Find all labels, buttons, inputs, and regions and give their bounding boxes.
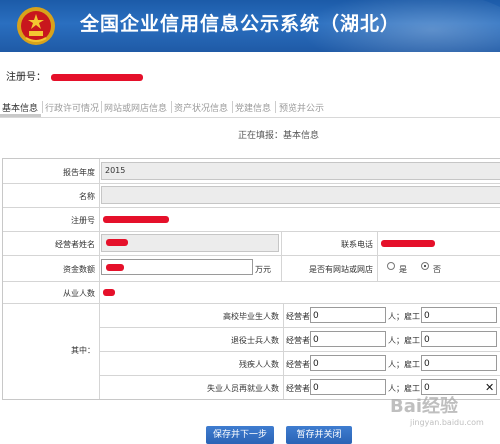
column-divider <box>377 255 378 281</box>
column-divider <box>281 231 282 255</box>
active-tab-indicator <box>0 114 41 117</box>
redacted-phone <box>381 240 435 247</box>
column-divider <box>283 351 284 375</box>
veterans-operator-input[interactable]: 0 <box>310 331 386 347</box>
tab-divider <box>232 101 233 113</box>
website-no-radio[interactable] <box>421 262 429 270</box>
row-registration-number: 注册号 <box>3 207 500 232</box>
registration-number-label: 注册号 <box>71 216 95 225</box>
filling-status: 正在填报：基本信息 <box>238 131 320 141</box>
column-divider <box>377 231 378 255</box>
graduates-employee-input[interactable]: 0 <box>421 307 497 323</box>
tab-divider <box>42 101 43 113</box>
header-banner: 全国企业信用信息公示系统（湖北） <box>0 0 500 52</box>
capital-input[interactable] <box>101 259 253 275</box>
tab-bar: 基本信息 行政许可情况 网站或网店信息 资产状况信息 党建信息 预览并公示 <box>0 97 500 118</box>
row-capital-website: 资金数额 万元 是否有网站或网店 是 否 <box>3 255 500 282</box>
row-report-year: 报告年度 2015 <box>3 159 500 184</box>
graduates-operator-input[interactable]: 0 <box>310 307 386 323</box>
redacted-registration-number <box>51 73 144 81</box>
operator-count-label: 经营者 <box>286 384 310 393</box>
reemployed-label: 失业人员再就业人数 <box>207 384 279 393</box>
phone-label: 联系电话 <box>341 240 373 249</box>
employee-count-label: 人；雇工 <box>388 336 420 345</box>
operator-name-label: 经营者姓名 <box>55 240 95 249</box>
column-divider <box>281 255 282 281</box>
disabled-label: 残疾人人数 <box>239 360 279 369</box>
tab-preview-publish[interactable]: 预览并公示 <box>279 101 324 114</box>
employee-count-label: 人；雇工 <box>388 360 420 369</box>
row-graduates: 高校毕业生人数 经营者 0 人；雇工 0 <box>99 303 500 328</box>
disabled-employee-input[interactable]: 0 <box>421 355 497 371</box>
veterans-label: 退役士兵人数 <box>231 336 279 345</box>
disabled-operator-input[interactable]: 0 <box>310 355 386 371</box>
row-name: 名称 <box>3 183 500 208</box>
redacted-employees <box>103 289 115 296</box>
operator-name-field <box>101 234 279 252</box>
capital-unit: 万元 <box>255 265 271 274</box>
tab-administrative-license[interactable]: 行政许可情况 <box>45 101 99 114</box>
tab-website-info[interactable]: 网站或网店信息 <box>104 101 167 114</box>
operator-count-label: 经营者 <box>286 312 310 321</box>
save-next-button[interactable]: 保存并下一步 <box>206 426 274 444</box>
website-no-label: 否 <box>433 265 441 274</box>
tab-divider <box>275 101 276 113</box>
row-employees: 从业人数 <box>3 281 500 304</box>
operator-count-label: 经营者 <box>286 360 310 369</box>
employee-count-label: 人；雇工 <box>388 312 420 321</box>
tab-party-building[interactable]: 党建信息 <box>235 101 271 114</box>
row-veterans: 退役士兵人数 经营者 0 人；雇工 0 <box>99 327 500 352</box>
reemployed-operator-input[interactable]: 0 <box>310 379 386 395</box>
report-year-field: 2015 <box>101 162 500 180</box>
report-year-label: 报告年度 <box>63 168 95 177</box>
website-label: 是否有网站或网店 <box>309 265 373 274</box>
column-divider <box>283 327 284 351</box>
name-field <box>101 186 500 204</box>
graduates-label: 高校毕业生人数 <box>223 312 279 321</box>
among-label: 其中： <box>71 346 95 355</box>
tab-asset-status[interactable]: 资产状况信息 <box>174 101 228 114</box>
registration-number-line: 注册号： <box>6 68 144 83</box>
watermark-url: jingyan.baidu.com <box>410 418 484 427</box>
name-label: 名称 <box>79 192 95 201</box>
redacted-operator-name <box>106 239 128 246</box>
tab-divider <box>101 101 102 113</box>
national-emblem-icon <box>17 7 55 45</box>
capital-label: 资金数额 <box>63 265 95 274</box>
website-yes-radio[interactable] <box>387 262 395 270</box>
website-yes-label: 是 <box>399 265 407 274</box>
column-divider <box>283 303 284 327</box>
watermark-text: Bai经验 <box>390 396 459 417</box>
employees-label: 从业人数 <box>63 289 95 298</box>
row-disabled: 残疾人人数 经营者 0 人；雇工 0 <box>99 351 500 376</box>
column-divider <box>283 375 284 399</box>
operator-count-label: 经营者 <box>286 336 310 345</box>
row-operator-phone: 经营者姓名 联系电话 <box>3 231 500 256</box>
system-title: 全国企业信用信息公示系统（湖北） <box>80 13 401 35</box>
save-close-button[interactable]: 暂存并关闭 <box>286 426 352 444</box>
clear-field-icon[interactable]: ✕ <box>485 381 494 394</box>
veterans-employee-input[interactable]: 0 <box>421 331 497 347</box>
redacted-registration-value <box>103 216 169 223</box>
basic-info-form: 报告年度 2015 名称 注册号 经营者姓名 联系电话 资金数额 万元 是否有网… <box>2 158 500 400</box>
registration-label: 注册号： <box>6 72 46 83</box>
tab-basic-info[interactable]: 基本信息 <box>2 101 38 114</box>
tab-divider <box>171 101 172 113</box>
redacted-capital <box>106 264 124 271</box>
report-year-value: 2015 <box>105 166 126 175</box>
baidu-watermark: Bai经验 jingyan.baidu.com <box>390 392 484 427</box>
